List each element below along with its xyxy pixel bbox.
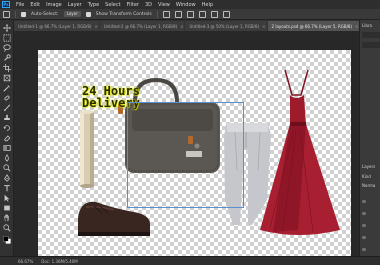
document-tabs: Untitled-1 @ 66.7% (Layer 1, RGB/8) × Unt… — [14, 20, 359, 31]
tab-label: Untitled-1 @ 66.7% (Layer 1, RGB/8) — [18, 23, 92, 29]
tab-2-layouts[interactable]: 2 layouts.psd @ 66.7% (Layer 5, RGB/8) × — [267, 21, 359, 31]
show-transform-label: Show Transform Controls — [95, 11, 152, 17]
marquee-tool-icon[interactable] — [3, 34, 11, 42]
frame-tool-icon[interactable] — [3, 74, 11, 82]
rectangle-tool-icon[interactable] — [3, 204, 11, 212]
tab-untitled-2[interactable]: Untitled-2 @ 66.7% (Layer 1, RGB/8) × — [99, 21, 185, 31]
align-bottom-icon[interactable] — [222, 10, 230, 18]
tab-label: 2 layouts.psd @ 66.7% (Layer 5, RGB/8) — [271, 23, 353, 29]
dress-product-image — [260, 69, 340, 235]
align-left-icon[interactable] — [162, 10, 170, 18]
menu-select[interactable]: Select — [105, 2, 120, 8]
color-swatches-icon[interactable] — [3, 236, 11, 244]
layers-tab[interactable]: Layers — [362, 164, 375, 169]
eye-icon[interactable] — [362, 212, 366, 215]
eye-icon[interactable] — [362, 236, 366, 239]
tab-label: Untitled-2 @ 66.7% (Layer 1, RGB/8) — [103, 23, 178, 29]
status-bar: 66.67% Doc: 1.36M/5.40M — [0, 256, 380, 265]
blur-tool-icon[interactable] — [3, 154, 11, 162]
path-select-tool-icon[interactable] — [3, 194, 11, 202]
eye-icon[interactable] — [362, 224, 366, 227]
tools-panel — [0, 20, 14, 256]
menu-3d[interactable]: 3D — [145, 2, 152, 8]
eraser-tool-icon[interactable] — [3, 134, 11, 142]
menu-type[interactable]: Type — [88, 2, 99, 8]
align-right-icon[interactable] — [186, 10, 194, 18]
auto-select-label: Auto-Select: — [31, 11, 59, 17]
hand-tool-icon[interactable] — [3, 214, 11, 222]
menu-filter[interactable]: Filter — [127, 2, 139, 8]
align-center-icon[interactable] — [174, 10, 182, 18]
close-icon[interactable]: × — [262, 24, 265, 29]
menu-view[interactable]: View — [158, 2, 170, 8]
selection-bounding-box[interactable] — [127, 102, 244, 208]
type-tool-icon[interactable] — [3, 184, 11, 192]
close-icon[interactable]: × — [94, 24, 97, 29]
align-middle-icon[interactable] — [210, 10, 218, 18]
align-top-icon[interactable] — [198, 10, 206, 18]
dodge-tool-icon[interactable] — [3, 164, 11, 172]
lasso-tool-icon[interactable] — [3, 44, 11, 52]
tab-untitled-3[interactable]: Untitled-3 @ 50% (Layer 1, RGB/8) × — [185, 21, 267, 31]
menu-layer[interactable]: Layer — [68, 2, 82, 8]
healing-brush-icon[interactable] — [3, 94, 11, 102]
auto-select-checkbox[interactable] — [21, 11, 26, 17]
photoshop-logo[interactable]: Ps — [2, 1, 10, 8]
show-transform-checkbox[interactable] — [85, 11, 91, 17]
close-icon[interactable]: × — [180, 24, 183, 29]
menu-bar: Ps File Edit Image Layer Type Select Fil… — [0, 0, 380, 9]
blend-mode-select[interactable]: Norma — [362, 183, 375, 188]
crop-tool-icon[interactable] — [3, 64, 11, 72]
document-workspace[interactable]: 24 Hours Delivery — [14, 31, 359, 259]
eyedropper-tool-icon[interactable] — [3, 84, 11, 92]
libraries-tab[interactable]: Libra — [362, 23, 372, 28]
pen-tool-icon[interactable] — [3, 174, 11, 182]
tab-label: Untitled-3 @ 50% (Layer 1, RGB/8) — [189, 23, 260, 29]
divider — [156, 10, 158, 18]
close-icon[interactable]: × — [355, 24, 358, 29]
brush-tool-icon[interactable] — [3, 104, 11, 112]
clone-stamp-icon[interactable] — [3, 114, 11, 122]
move-tool-icon[interactable] — [3, 24, 11, 32]
options-bar: Auto-Select: Layer Show Transform Contro… — [0, 9, 380, 20]
panel-row — [362, 42, 380, 48]
zoom-level[interactable]: 66.67% — [18, 259, 33, 264]
divider — [15, 10, 16, 18]
layer-filter-kind[interactable]: Kind — [362, 174, 371, 179]
move-tool-preset-icon[interactable] — [3, 10, 10, 18]
gradient-tool-icon[interactable] — [3, 144, 11, 152]
cylinder-product-image — [80, 110, 94, 188]
menu-window[interactable]: Window — [176, 2, 196, 8]
history-brush-icon[interactable] — [3, 124, 11, 132]
auto-select-dropdown[interactable]: Layer — [63, 11, 81, 17]
eye-icon[interactable] — [362, 200, 366, 203]
menu-edit[interactable]: Edit — [30, 2, 40, 8]
menu-image[interactable]: Image — [46, 2, 62, 8]
menu-help[interactable]: Help — [202, 2, 213, 8]
tab-untitled-1[interactable]: Untitled-1 @ 66.7% (Layer 1, RGB/8) × — [14, 21, 99, 31]
right-panels: Libra Layers Kind Norma — [359, 20, 380, 256]
document-canvas[interactable]: 24 Hours Delivery — [38, 50, 351, 259]
zoom-tool-icon[interactable] — [3, 224, 11, 232]
eye-icon[interactable] — [362, 248, 366, 251]
quick-select-tool-icon[interactable] — [3, 54, 11, 62]
panel-row — [362, 32, 380, 38]
document-info[interactable]: Doc: 1.36M/5.40M — [41, 259, 77, 264]
menu-file[interactable]: File — [16, 2, 24, 8]
